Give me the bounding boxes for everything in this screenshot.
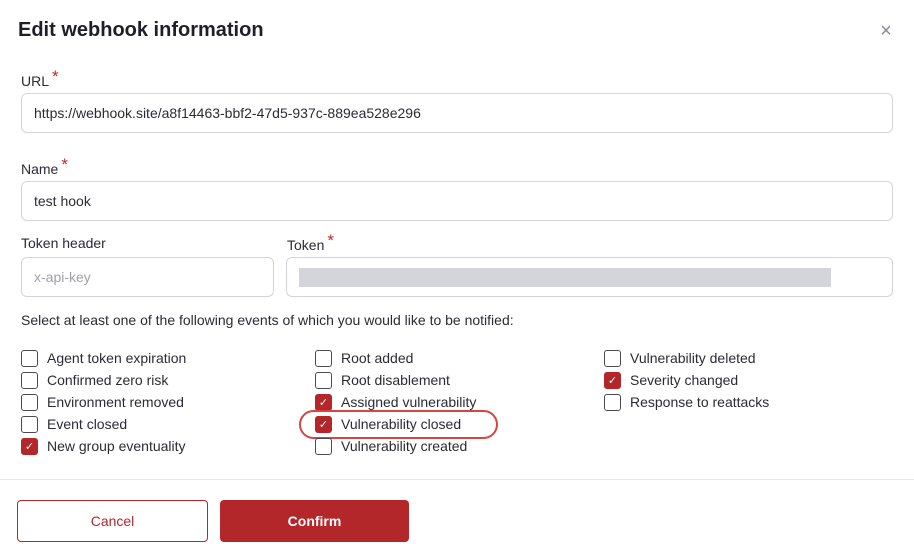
event-label: Root disablement — [341, 372, 450, 388]
event-option[interactable]: Root disablement — [315, 369, 450, 391]
modal-title: Edit webhook information — [18, 19, 264, 41]
name-input-value: test hook — [34, 193, 91, 209]
event-option[interactable]: ✓ Severity changed — [604, 369, 738, 391]
token-header-input[interactable]: x-api-key — [21, 257, 274, 297]
event-label: Environment removed — [47, 394, 184, 410]
event-label: Agent token expiration — [47, 350, 187, 366]
checkbox[interactable]: ✓ — [21, 437, 38, 455]
event-label: Vulnerability closed — [341, 416, 462, 432]
name-label: Name * — [21, 155, 68, 179]
token-label: Token * — [287, 231, 334, 255]
checkbox[interactable] — [315, 371, 332, 389]
token-redaction-bar — [299, 268, 831, 287]
footer-divider — [0, 479, 914, 480]
required-asterisk: * — [327, 231, 334, 250]
event-option[interactable]: Environment removed — [21, 391, 184, 413]
required-asterisk: * — [61, 155, 68, 174]
event-label: Severity changed — [630, 372, 739, 388]
event-label: Vulnerability created — [341, 438, 468, 454]
checkbox[interactable] — [21, 349, 38, 367]
close-icon[interactable]: × — [878, 21, 894, 41]
checkbox[interactable] — [21, 371, 38, 389]
checkbox[interactable] — [315, 349, 332, 367]
checkbox[interactable] — [604, 393, 621, 411]
event-option[interactable]: ✓ Vulnerability closed — [315, 413, 461, 435]
token-input[interactable] — [286, 257, 893, 297]
checkbox[interactable] — [21, 393, 38, 411]
event-option[interactable]: ✓ New group eventuality — [21, 435, 186, 457]
url-input[interactable]: https://webhook.site/a8f14463-bbf2-47d5-… — [21, 93, 893, 133]
event-option[interactable]: Event closed — [21, 413, 127, 435]
event-option[interactable]: Confirmed zero risk — [21, 369, 168, 391]
events-instruction: Select at least one of the following eve… — [21, 312, 514, 328]
event-label: Response to reattacks — [630, 394, 770, 410]
required-asterisk: * — [52, 67, 59, 86]
checkbox[interactable] — [315, 437, 332, 455]
event-label: New group eventuality — [47, 438, 186, 454]
url-input-value: https://webhook.site/a8f14463-bbf2-47d5-… — [34, 105, 421, 121]
token-label-text: Token — [287, 237, 325, 253]
event-option[interactable]: Agent token expiration — [21, 347, 186, 369]
event-label: Event closed — [47, 416, 128, 432]
token-header-placeholder: x-api-key — [34, 269, 91, 285]
cancel-button[interactable]: Cancel — [17, 500, 208, 542]
checkbox[interactable] — [21, 415, 38, 433]
event-option[interactable]: Root added — [315, 347, 413, 369]
event-label: Root added — [341, 350, 414, 366]
confirm-button[interactable]: Confirm — [220, 500, 409, 542]
checkbox[interactable]: ✓ — [604, 371, 621, 389]
event-option[interactable]: Vulnerability deleted — [604, 347, 756, 369]
event-label: Confirmed zero risk — [47, 372, 169, 388]
event-label: Vulnerability deleted — [630, 350, 756, 366]
event-option[interactable]: Response to reattacks — [604, 391, 769, 413]
url-label-text: URL — [21, 73, 50, 89]
event-label: Assigned vulnerability — [341, 394, 477, 410]
checkbox[interactable]: ✓ — [315, 393, 332, 411]
url-label: URL * — [21, 67, 59, 91]
event-option[interactable]: Vulnerability created — [315, 435, 467, 457]
checkbox[interactable]: ✓ — [315, 415, 332, 433]
checkbox[interactable] — [604, 349, 621, 367]
name-label-text: Name — [21, 161, 59, 177]
name-input[interactable]: test hook — [21, 181, 893, 221]
token-header-label: Token header — [21, 235, 106, 251]
